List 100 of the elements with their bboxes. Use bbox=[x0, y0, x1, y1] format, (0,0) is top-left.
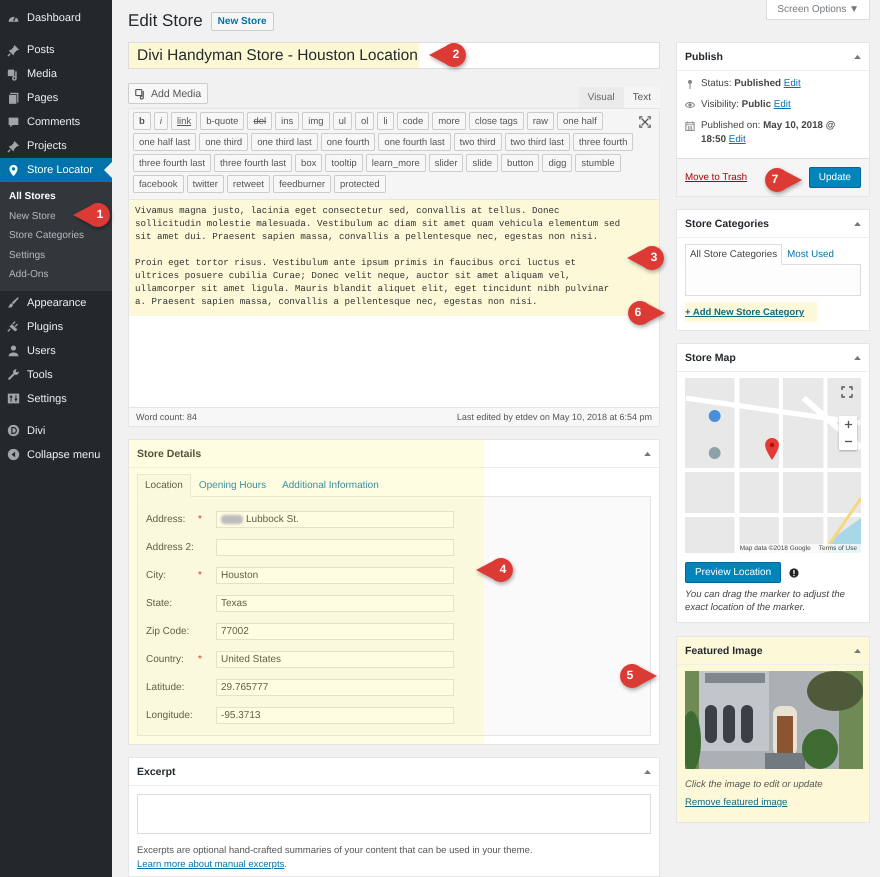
screen-options-button[interactable]: Screen Options ▼ bbox=[766, 0, 870, 20]
category-tab[interactable]: Most Used bbox=[782, 244, 839, 265]
add-media-button[interactable]: Add Media bbox=[128, 83, 208, 104]
submenu-item[interactable]: New Store bbox=[0, 206, 56, 226]
quicktag-button[interactable]: slide bbox=[466, 154, 498, 172]
quicktag-button[interactable]: li bbox=[377, 112, 394, 130]
quicktag-button[interactable]: code bbox=[396, 112, 430, 130]
submenu-item[interactable]: Add-Ons bbox=[0, 265, 48, 284]
quicktag-button[interactable]: two third last bbox=[504, 133, 570, 151]
input-field[interactable] bbox=[216, 538, 454, 556]
submenu-item[interactable]: Store Categories bbox=[0, 226, 84, 246]
menu-item[interactable]: Tools bbox=[0, 362, 112, 386]
quicktag-button[interactable]: img bbox=[302, 112, 330, 130]
quicktag-button[interactable]: ul bbox=[332, 112, 352, 130]
quicktag-button[interactable]: three fourth bbox=[572, 133, 634, 151]
field-label: Zip Code: bbox=[146, 626, 190, 636]
fullscreen-icon[interactable] bbox=[639, 116, 651, 128]
quicktag-button[interactable]: feedburner bbox=[273, 175, 332, 193]
quicktag-button[interactable]: b-quote bbox=[200, 112, 244, 130]
quicktag-button[interactable]: link bbox=[170, 112, 198, 130]
new-store-button[interactable]: New Store bbox=[210, 12, 274, 30]
step-callout: 1 bbox=[72, 202, 112, 228]
quicktag-button[interactable]: twitter bbox=[186, 175, 224, 193]
fullscreen-icon[interactable] bbox=[841, 386, 853, 398]
quicktag-button[interactable]: raw bbox=[526, 112, 554, 130]
collapse-toggle-icon[interactable] bbox=[644, 451, 651, 456]
quicktag-button[interactable]: tooltip bbox=[325, 154, 363, 172]
collapse-toggle-icon[interactable] bbox=[854, 648, 861, 653]
quicktag-button[interactable]: box bbox=[295, 154, 322, 172]
menu-item[interactable]: Store Locator bbox=[0, 158, 112, 182]
quicktag-button[interactable]: slider bbox=[428, 154, 464, 172]
quicktag-button[interactable]: protected bbox=[334, 175, 386, 193]
step-callout: 4 bbox=[475, 557, 515, 583]
input-field[interactable]: -95.3713 bbox=[216, 706, 454, 724]
quicktag-button[interactable]: button bbox=[501, 154, 540, 172]
collapse-toggle-icon[interactable] bbox=[644, 769, 651, 774]
quicktag-button[interactable]: one half bbox=[557, 112, 603, 130]
quicktag-button[interactable]: one half last bbox=[133, 133, 196, 151]
collapse-toggle-icon[interactable] bbox=[854, 221, 861, 226]
quicktag-button[interactable]: ins bbox=[275, 112, 300, 130]
collapse-toggle-icon[interactable] bbox=[854, 355, 861, 360]
panel-title: Excerpt bbox=[137, 766, 176, 778]
menu-item[interactable]: Pages bbox=[0, 86, 112, 110]
menu-item[interactable]: Settings bbox=[0, 386, 112, 410]
step-callout: 5 bbox=[618, 663, 658, 689]
submenu-item[interactable]: Settings bbox=[0, 246, 46, 265]
quicktag-button[interactable]: close tags bbox=[468, 112, 524, 130]
menu-item[interactable]: Appearance bbox=[0, 290, 112, 314]
move-to-trash-link[interactable]: Move to Trash bbox=[685, 172, 748, 183]
quicktag-button[interactable]: two third bbox=[454, 133, 502, 151]
panel-title: Featured Image bbox=[685, 644, 763, 656]
menu-item[interactable]: Posts bbox=[0, 38, 112, 62]
quicktag-button[interactable]: three fourth last bbox=[214, 154, 292, 172]
input-field[interactable]: Lubbock St. bbox=[216, 510, 454, 528]
input-field[interactable]: United States bbox=[216, 650, 454, 668]
submenu-item[interactable]: All Stores bbox=[0, 187, 56, 206]
store-details-tab[interactable]: Opening Hours bbox=[190, 474, 274, 497]
input-field[interactable]: 29.765777 bbox=[216, 678, 454, 696]
store-details-tab[interactable]: Additional Information bbox=[274, 474, 387, 497]
quicktag-button[interactable]: more bbox=[432, 112, 466, 130]
remove-image-link[interactable]: Remove featured image bbox=[685, 797, 788, 808]
zoom-in-icon[interactable] bbox=[844, 420, 852, 429]
info-icon[interactable] bbox=[789, 568, 800, 578]
category-tab[interactable]: All Store Categories bbox=[685, 244, 782, 265]
edit-link[interactable]: Edit bbox=[774, 99, 791, 110]
quicktag-button[interactable]: ol bbox=[355, 112, 374, 130]
preview-location-button[interactable]: Preview Location bbox=[685, 562, 782, 583]
quicktag-button[interactable]: digg bbox=[542, 154, 572, 172]
input-field[interactable]: 77002 bbox=[216, 622, 454, 640]
editor-tab[interactable]: Text bbox=[624, 87, 660, 108]
input-field[interactable]: Texas bbox=[216, 594, 454, 612]
quicktag-button[interactable]: one fourth bbox=[320, 133, 376, 151]
quicktag-button[interactable]: one third bbox=[199, 133, 248, 151]
menu-item[interactable]: Divi bbox=[0, 418, 112, 442]
edit-link[interactable]: Edit bbox=[784, 78, 801, 89]
menu-item[interactable]: Dashboard bbox=[0, 6, 112, 30]
quicktag-button[interactable]: three fourth last bbox=[133, 154, 212, 172]
menu-item[interactable]: Media bbox=[0, 62, 112, 86]
required-asterisk: * bbox=[198, 570, 202, 581]
menu-item[interactable]: Projects bbox=[0, 134, 112, 158]
quicktag-button[interactable]: facebook bbox=[133, 175, 184, 193]
manual-excerpts-link[interactable]: Learn more about manual excerpts bbox=[137, 859, 284, 870]
menu-item[interactable]: Plugins bbox=[0, 314, 112, 338]
quicktag-button[interactable]: i bbox=[154, 112, 168, 130]
menu-item[interactable]: Collapse menu bbox=[0, 442, 112, 466]
editor-tab[interactable]: Visual bbox=[578, 87, 624, 108]
menu-item[interactable]: Comments bbox=[0, 110, 112, 134]
store-details-tab[interactable]: Location bbox=[137, 474, 191, 497]
quicktag-button[interactable]: one fourth last bbox=[378, 133, 451, 151]
menu-item[interactable]: Users bbox=[0, 338, 112, 362]
quicktag-button[interactable]: one third last bbox=[251, 133, 318, 151]
quicktag-button[interactable]: del bbox=[247, 112, 272, 130]
update-button[interactable]: Update bbox=[808, 167, 861, 188]
quicktag-button[interactable]: retweet bbox=[226, 175, 270, 193]
quicktag-button[interactable]: b bbox=[133, 112, 151, 130]
edit-link[interactable]: Edit bbox=[728, 134, 746, 145]
quicktag-button[interactable]: stumble bbox=[575, 154, 621, 172]
quicktag-button[interactable]: learn_more bbox=[366, 154, 426, 172]
collapse-toggle-icon[interactable] bbox=[854, 54, 861, 59]
input-field[interactable]: Houston bbox=[216, 566, 454, 584]
